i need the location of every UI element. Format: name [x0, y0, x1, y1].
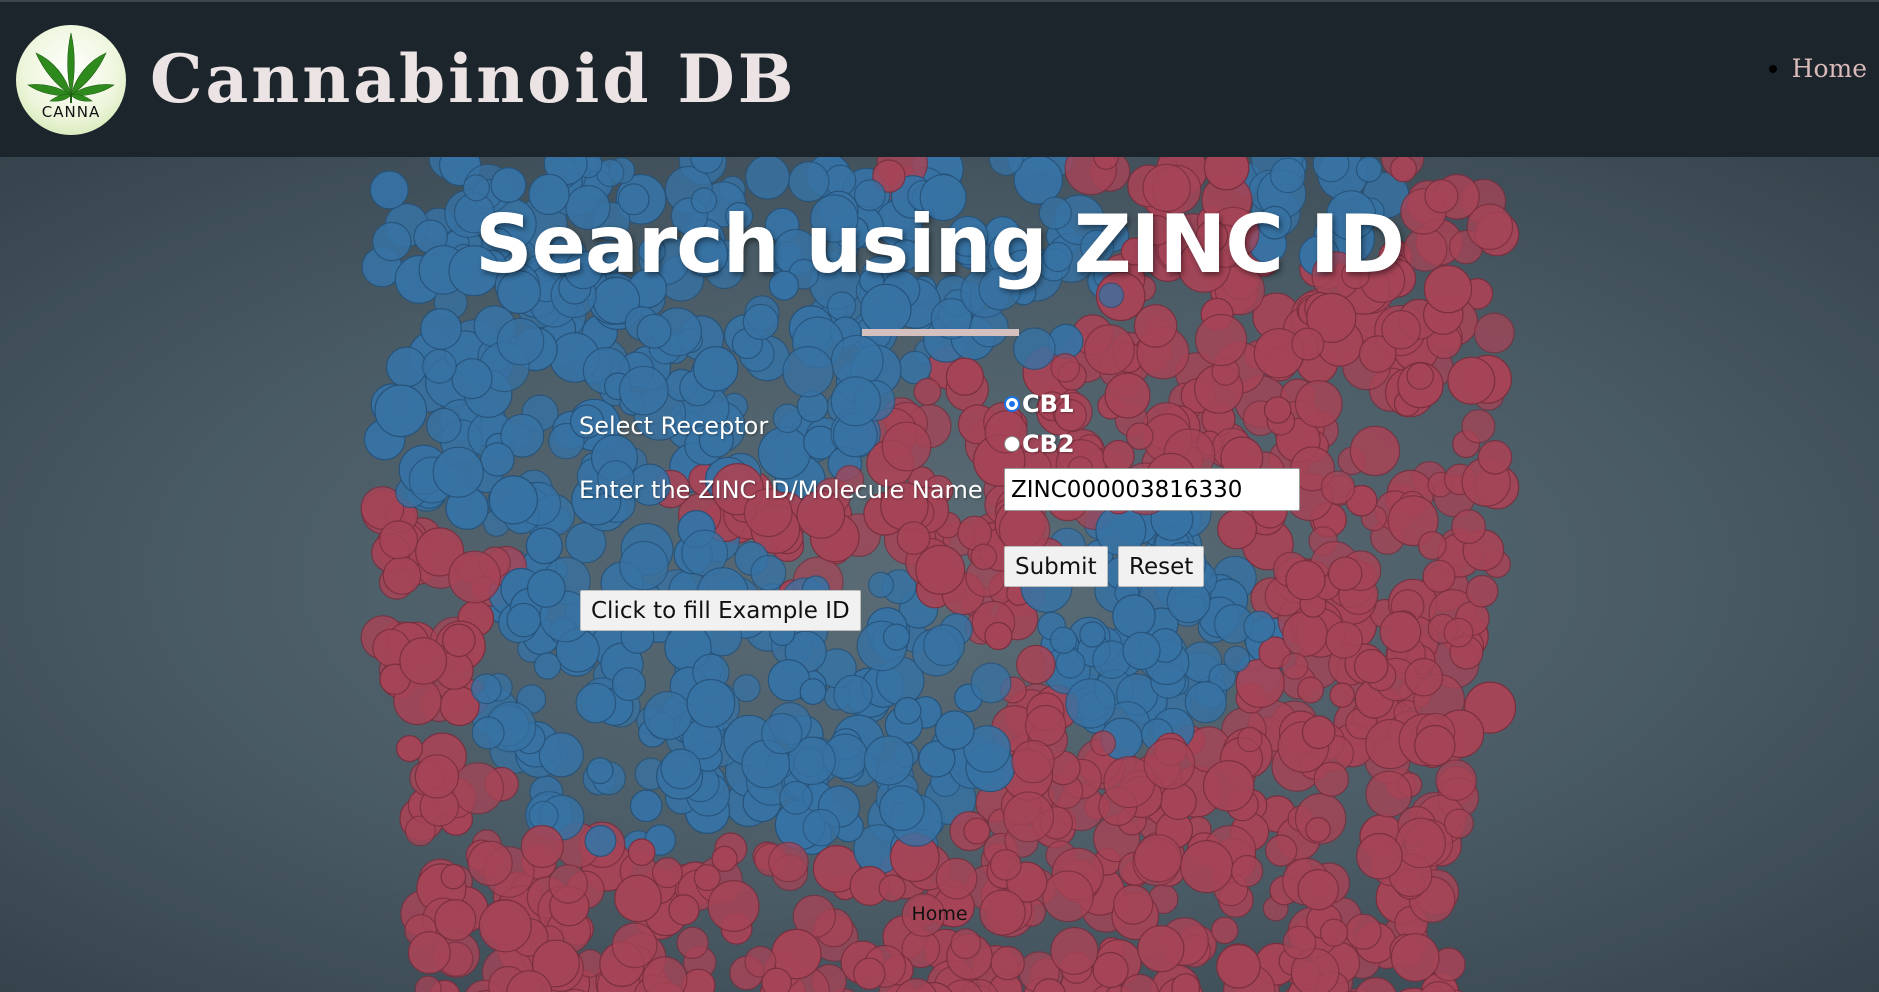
zinc-id-label: Enter the ZINC ID/Molecule Name: [579, 476, 983, 504]
logo-text: CANNA: [41, 103, 101, 121]
reset-button[interactable]: Reset: [1118, 546, 1205, 587]
cb1-label: CB1: [1022, 390, 1075, 418]
title-divider: [862, 329, 1019, 336]
receptor-option-cb2[interactable]: CB2: [1004, 430, 1075, 458]
zinc-id-input[interactable]: [1004, 468, 1300, 511]
nav-home-link[interactable]: Home: [1792, 54, 1867, 83]
submit-button[interactable]: Submit: [1004, 546, 1108, 587]
nav-bullet: [1768, 64, 1777, 73]
page-title: Search using ZINC ID: [474, 198, 1405, 291]
receptor-option-cb1[interactable]: CB1: [1004, 390, 1075, 418]
cb1-radio[interactable]: [1004, 396, 1020, 412]
footer-home-link[interactable]: Home: [0, 903, 1879, 925]
cb2-radio[interactable]: [1004, 436, 1020, 452]
site-title: Cannabinoid DB: [150, 40, 797, 118]
fill-example-button[interactable]: Click to fill Example ID: [580, 590, 861, 631]
site-header: CANNA Cannabinoid DB Home: [0, 0, 1879, 157]
receptor-label: Select Receptor: [579, 412, 769, 440]
canna-logo[interactable]: CANNA: [16, 25, 126, 135]
top-nav: Home: [1768, 54, 1867, 83]
cb2-label: CB2: [1022, 430, 1075, 458]
